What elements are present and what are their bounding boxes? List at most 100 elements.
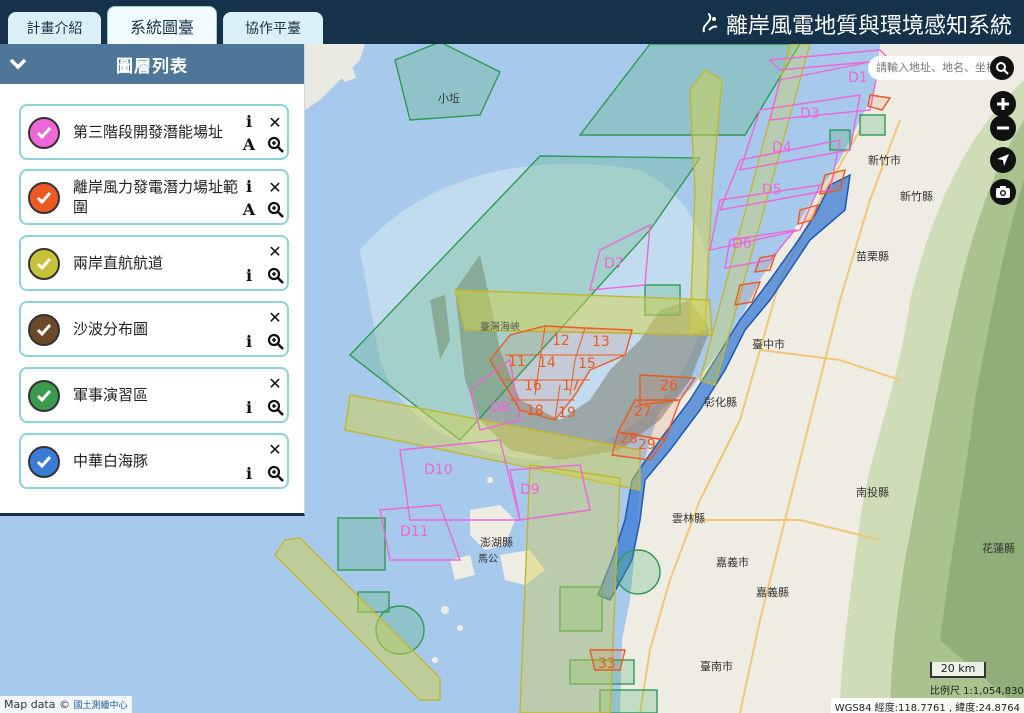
site-number-17: 17 — [562, 378, 580, 394]
scale-ratio: 比例尺 1:1,054,830 — [930, 686, 1024, 697]
scale-control: 20 km 比例尺 1:1,054,830 — [930, 662, 1024, 697]
place-hualien: 花蓮縣 — [982, 541, 1015, 555]
remove-layer-icon[interactable]: ✕ — [266, 114, 284, 132]
app-title-text: 離岸風電地質與環境感知系統 — [725, 14, 1012, 39]
layer-visibility-toggle[interactable] — [28, 446, 60, 478]
zoom-to-layer-icon[interactable] — [266, 136, 284, 154]
layer-card[interactable]: 沙波分布圖 ✕ i — [19, 301, 289, 357]
layer-label-toggle-icon[interactable]: A — [240, 136, 258, 154]
site-number-14: 14 — [538, 355, 556, 371]
layer-info-icon[interactable]: i — [240, 333, 258, 351]
tab-collaboration-platform[interactable]: 協作平臺 — [223, 12, 323, 44]
zoom-to-layer-icon[interactable] — [266, 399, 284, 417]
attribution-link[interactable]: 國土測繪中心 — [73, 701, 127, 711]
place-chiayi-city: 嘉義市 — [716, 555, 749, 569]
layer-card[interactable]: 第三階段開發潛能場址 ✕ i A — [19, 104, 289, 160]
site-number-33: 33 — [598, 656, 616, 672]
layer-label-toggle-icon[interactable]: A — [240, 201, 258, 219]
site-number-13: 13 — [592, 334, 610, 350]
layer-name: 離岸風力發電潛力場址範圍 — [73, 177, 239, 216]
zone-label-d10: D10 — [424, 462, 453, 478]
remove-layer-icon[interactable]: ✕ — [266, 179, 284, 197]
site-number-16: 16 — [524, 378, 542, 394]
remove-layer-icon[interactable]: ✕ — [266, 243, 284, 261]
layer-card[interactable]: 中華白海豚 ✕ i — [19, 433, 289, 489]
minus-icon — [997, 126, 1009, 130]
zone-label-d5: D5 — [762, 182, 782, 198]
layer-info-icon[interactable]: i — [240, 465, 258, 483]
zoom-to-layer-icon[interactable] — [266, 267, 284, 285]
layer-name: 沙波分布圖 — [73, 319, 149, 338]
layer-info-icon[interactable]: i — [240, 113, 258, 131]
search-button[interactable] — [990, 56, 1014, 80]
site-number-28: 28 — [620, 431, 638, 447]
zoom-in-button[interactable] — [990, 91, 1016, 117]
site-number-11: 11 — [508, 354, 526, 370]
remove-layer-icon[interactable]: ✕ — [266, 441, 284, 459]
plus-icon — [997, 98, 1009, 110]
place-xiaokun: 小坵 — [438, 92, 460, 105]
tab-system-map[interactable]: 系統圖臺 — [107, 6, 217, 44]
layer-card[interactable]: 兩岸直航航道 ✕ i — [19, 235, 289, 291]
zoom-to-layer-icon[interactable] — [266, 201, 284, 219]
layer-visibility-toggle[interactable] — [28, 380, 60, 412]
place-magong: 馬公 — [478, 553, 498, 565]
layer-panel: 圖層列表 第三階段開發潛能場址 ✕ i A 離岸風力發電潛力場址範圍 ✕ i A 兩岸直航航道 ✕… — [0, 44, 305, 516]
layer-card[interactable]: 離岸風力發電潛力場址範圍 ✕ i A — [19, 169, 289, 225]
check-icon — [36, 324, 52, 337]
check-icon — [36, 456, 52, 469]
layer-visibility-toggle[interactable] — [28, 248, 60, 280]
check-icon — [36, 258, 52, 271]
zone-label-d4: D4 — [772, 140, 792, 156]
layer-info-icon[interactable]: i — [240, 267, 258, 285]
site-number-19: 19 — [558, 405, 576, 421]
zone-label-d6: D6 — [732, 236, 752, 252]
search-icon — [996, 62, 1009, 75]
place-taichung: 臺中市 — [752, 337, 785, 351]
zoom-to-layer-icon[interactable] — [266, 465, 284, 483]
zone-label-d1: D1 — [848, 70, 868, 86]
check-icon — [36, 192, 52, 205]
locate-button[interactable] — [990, 147, 1016, 173]
screenshot-button[interactable] — [990, 179, 1016, 205]
layer-visibility-toggle[interactable] — [28, 314, 60, 346]
place-hsinchu-city: 新竹市 — [868, 153, 901, 167]
zoom-out-button[interactable] — [990, 115, 1016, 141]
layer-name: 第三階段開發潛能場址 — [73, 122, 224, 141]
place-chiayi-county: 嘉義縣 — [756, 585, 789, 599]
scale-bar: 20 km — [930, 662, 986, 678]
layer-panel-header[interactable]: 圖層列表 — [0, 44, 304, 84]
layer-name: 兩岸直航航道 — [73, 253, 164, 272]
zone-label-d9: D9 — [520, 482, 540, 498]
attribution-text: Map data © — [4, 698, 70, 711]
site-number-27: 27 — [634, 404, 652, 420]
check-icon — [36, 127, 52, 140]
layer-info-icon[interactable]: i — [240, 399, 258, 417]
coordinate-readout: WGS84 經度:118.7761 , 緯度:24.8764 — [830, 698, 1024, 713]
remove-layer-icon[interactable]: ✕ — [266, 309, 284, 327]
app-title: 離岸風電地質與環境感知系統 — [700, 8, 1012, 40]
zoom-to-layer-icon[interactable] — [266, 333, 284, 351]
layer-visibility-toggle[interactable] — [28, 117, 60, 149]
place-yunlin: 雲林縣 — [672, 511, 705, 525]
place-penghu: 澎湖縣 — [480, 536, 513, 549]
remove-layer-icon[interactable]: ✕ — [266, 375, 284, 393]
zone-label-d3: D3 — [800, 106, 820, 122]
layer-visibility-toggle[interactable] — [28, 182, 60, 214]
layer-info-icon[interactable]: i — [240, 178, 258, 196]
logo-icon — [702, 13, 718, 33]
layer-card[interactable]: 軍事演習區 ✕ i — [19, 367, 289, 423]
map-attribution: Map data © 國土測繪中心 — [0, 696, 132, 713]
navigation-arrow-icon — [997, 154, 1009, 166]
site-number-18: 18 — [526, 403, 544, 419]
layer-name: 中華白海豚 — [73, 451, 149, 470]
place-changhua: 彰化縣 — [704, 395, 737, 409]
zone-label-d8: D8 — [490, 400, 510, 416]
zone-label-d11: D11 — [400, 524, 429, 540]
site-number-26: 26 — [660, 378, 678, 394]
site-number-12: 12 — [552, 333, 570, 349]
tab-project-intro[interactable]: 計畫介紹 — [8, 12, 101, 44]
top-bar: 計畫介紹 系統圖臺 協作平臺 離岸風電地質與環境感知系統 — [0, 0, 1024, 44]
place-hsinchu-county: 新竹縣 — [900, 189, 933, 203]
chevron-down-icon[interactable] — [8, 54, 28, 74]
